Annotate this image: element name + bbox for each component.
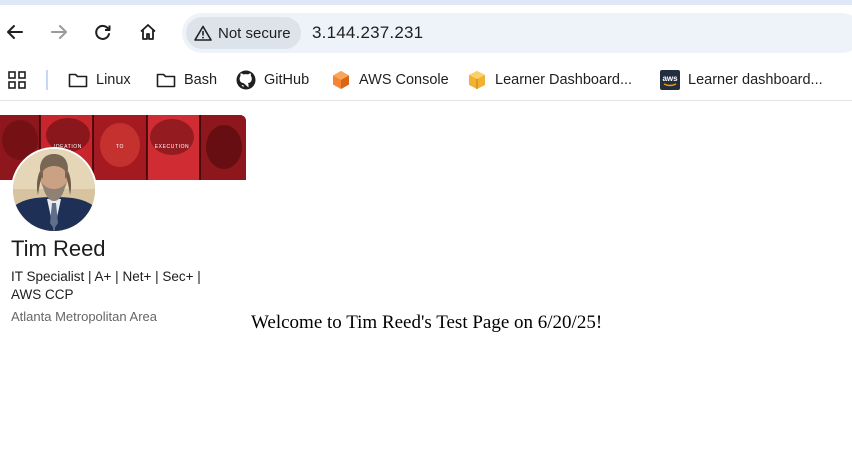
avatar: [11, 147, 97, 233]
folder-icon: [68, 73, 88, 88]
profile-location: Atlanta Metropolitan Area: [11, 309, 157, 324]
profile-headline: IT Specialist | A+ | Net+ | Sec+ | AWS C…: [11, 269, 201, 302]
aws-box-icon: [469, 71, 485, 89]
warning-icon: [194, 25, 212, 41]
svg-text:aws: aws: [662, 74, 678, 83]
bookmark-bash[interactable]: Bash: [156, 69, 217, 91]
banner-word-execution: EXECUTION: [155, 144, 190, 150]
forward-button[interactable]: [44, 17, 74, 47]
folder-icon: [156, 73, 176, 88]
apps-grid-icon: [8, 71, 26, 89]
bookmark-label: Linux: [96, 72, 131, 88]
profile-name: Tim Reed: [11, 236, 106, 261]
bookmark-label: Learner Dashboard...: [495, 72, 633, 88]
browser-toolbar: Not secure 3.144.237.231: [0, 5, 852, 60]
bookmark-label: Learner dashboard...: [688, 72, 823, 88]
security-chip-label: Not secure: [218, 24, 291, 42]
bookmarks-separator: [46, 70, 48, 90]
reload-icon: [95, 24, 111, 40]
bookmark-linux[interactable]: Linux: [68, 69, 131, 91]
reload-button[interactable]: [88, 17, 118, 47]
forward-icon: [51, 25, 67, 39]
welcome-message: Welcome to Tim Reed's Test Page on 6/20/…: [251, 312, 603, 333]
url-text[interactable]: 3.144.237.231: [312, 23, 423, 43]
aws-logo-icon: aws: [660, 70, 680, 90]
bookmark-learner-dashboard-2[interactable]: aws Learner dashboard...: [660, 69, 823, 91]
bookmark-label: AWS Console: [359, 72, 449, 88]
home-button[interactable]: [133, 17, 163, 47]
profile-photo: [13, 149, 95, 231]
bookmark-aws-console[interactable]: AWS Console: [331, 69, 449, 91]
home-icon: [140, 24, 156, 40]
github-icon: [236, 70, 256, 90]
bookmark-github[interactable]: GitHub: [236, 69, 309, 91]
apps-button[interactable]: [8, 69, 26, 91]
back-button[interactable]: [0, 17, 30, 47]
bookmark-label: GitHub: [264, 72, 310, 88]
address-bar[interactable]: Not secure 3.144.237.231: [182, 13, 852, 53]
aws-cube-icon: [333, 71, 349, 89]
bookmark-label: Bash: [184, 72, 218, 88]
back-icon: [7, 25, 23, 39]
security-chip[interactable]: Not secure: [186, 17, 301, 49]
bookmarks-bar: Linux Bash GitHub AWS Console Learner Da…: [0, 60, 852, 101]
banner-word-to: TO: [116, 144, 124, 150]
bookmark-learner-dashboard-1[interactable]: Learner Dashboard...: [467, 69, 632, 91]
